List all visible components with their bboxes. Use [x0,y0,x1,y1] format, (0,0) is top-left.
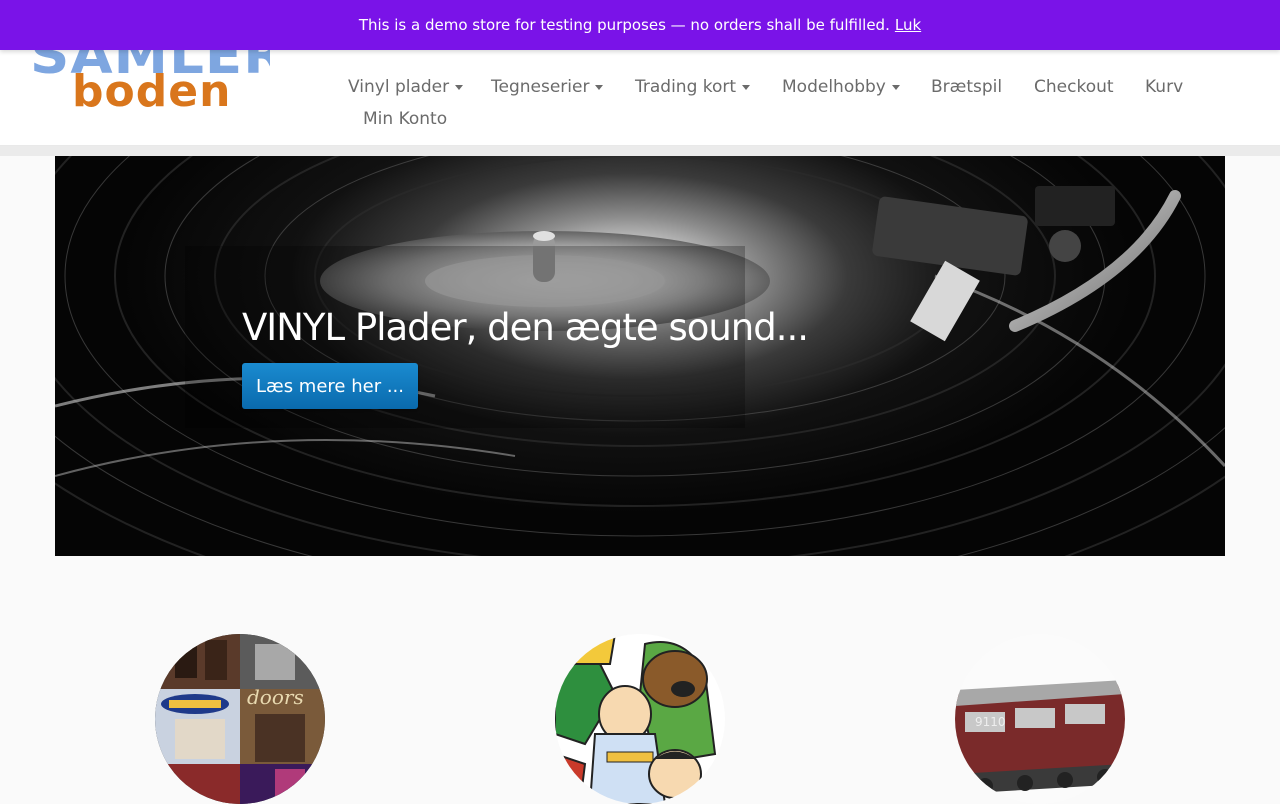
svg-text:doors: doors [247,685,304,709]
nav-item-modelhobby[interactable]: Modelhobby [782,77,900,97]
demo-store-notice: This is a demo store for testing purpose… [0,0,1280,50]
read-more-button[interactable]: Læs mere her ... [242,363,418,409]
nav-item-tegneserier[interactable]: Tegneserier [491,77,604,97]
nav-item-min-konto[interactable]: Min Konto [363,109,447,129]
dismiss-notice-link[interactable]: Luk [895,16,921,34]
nav-item-kurv[interactable]: Kurv [1145,77,1183,97]
feature-model-hobby[interactable]: 9110 [955,634,1125,804]
nav-item-label: Modelhobby [782,77,886,97]
nav-item-braetspil[interactable]: Brætspil [931,77,1002,97]
nav-item-checkout[interactable]: Checkout [1034,77,1114,97]
caret-down-icon [742,84,751,90]
hero-slide: VINYL Plader, den ægte sound... Læs mere… [55,156,1225,556]
nav-item-label: Trading kort [635,77,737,97]
album-covers-image: doors [155,634,325,804]
caret-down-icon [891,84,900,90]
nav-item-label: Brætspil [931,77,1003,97]
caret-down-icon [595,84,604,90]
feature-comics[interactable] [555,634,725,804]
comic-characters-image [555,634,725,804]
hero-title: VINYL Plader, den ægte sound... [242,306,809,349]
nav-item-label: Tegneserier [491,77,590,97]
nav-item-label: Checkout [1034,77,1114,97]
demo-notice-text: This is a demo store for testing purpose… [358,16,890,34]
nav-item-label: Kurv [1145,77,1184,97]
nav-item-trading-kort[interactable]: Trading kort [635,77,751,97]
nav-item-label: Min Konto [363,109,448,129]
caret-down-icon [455,84,464,90]
header-divider [0,146,1280,156]
svg-text:9110: 9110 [975,715,1006,729]
nav-item-vinyl-plader[interactable]: Vinyl plader [348,77,464,97]
nav-item-label: Vinyl plader [348,77,450,97]
feature-vinyl-records[interactable]: doors [155,634,325,804]
logo-bottom-text: boden [72,66,232,116]
model-train-image: 9110 [955,634,1125,804]
